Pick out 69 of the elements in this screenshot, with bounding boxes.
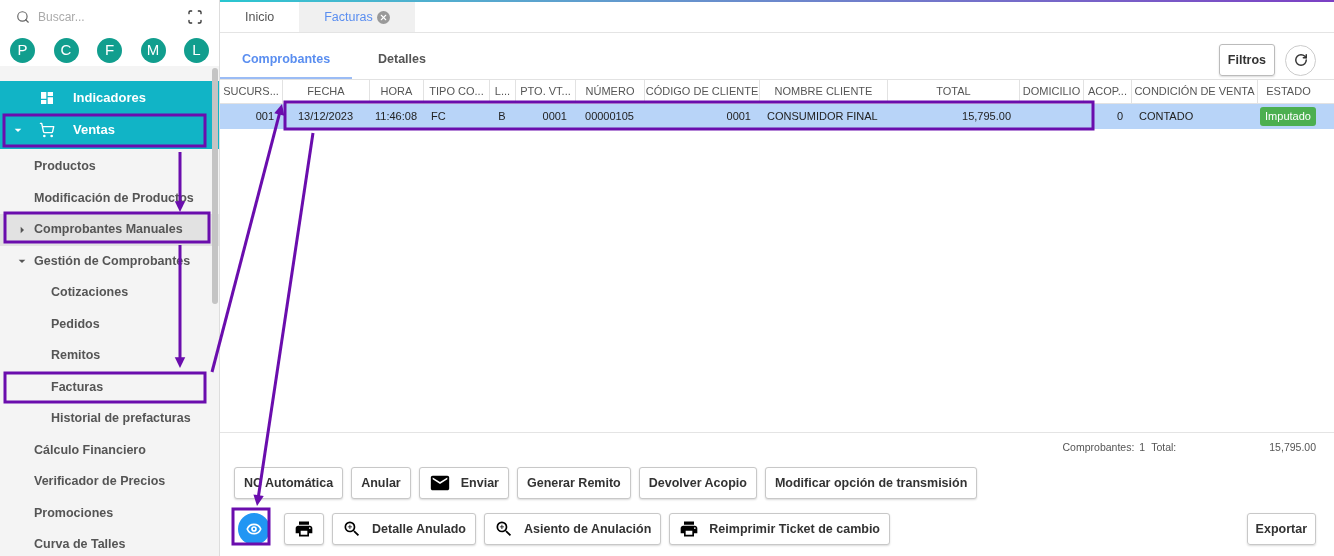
table-cell-text: 0001 <box>726 109 751 125</box>
menu-item[interactable]: Historial de prefacturas <box>0 403 219 435</box>
column-header[interactable]: L... <box>489 80 515 103</box>
summary-label: Total: <box>1151 439 1177 455</box>
column-header[interactable]: CÓDIGO DE CLIENTE <box>644 80 759 103</box>
column-header[interactable]: TOTAL <box>887 80 1019 103</box>
table-row[interactable]: 001 13/12/2023 11:46:08 FC B 0001 00000105 0001 CONSUMIDOR FINAL 15,795.00 0 CONTADO Imputado <box>220 104 1334 129</box>
menu-item[interactable]: Curva de Talles <box>0 529 219 556</box>
column-header[interactable]: NÚMERO <box>575 80 644 103</box>
action-button[interactable]: Enviar <box>418 467 509 499</box>
table-cell-text: B <box>498 109 506 125</box>
close-icon[interactable] <box>376 10 390 24</box>
search-icon <box>16 10 30 24</box>
table-cell-text: 00000105 <box>585 109 634 125</box>
action-button[interactable]: Generar Remito <box>516 467 631 499</box>
tab[interactable]: Detalles <box>352 41 452 79</box>
export-button[interactable]: Exportar <box>1246 513 1316 545</box>
zoom-in-icon <box>494 519 514 539</box>
column-header[interactable]: ESTADO <box>1257 80 1319 103</box>
highlight-frame <box>231 507 271 546</box>
print-button[interactable] <box>284 513 324 545</box>
column-header[interactable]: PTO. VT... <box>515 80 575 103</box>
action-button[interactable]: Modificar opción de transmisión <box>764 467 978 499</box>
menu-item[interactable]: Facturas <box>0 371 219 403</box>
menu-item[interactable]: Cotizaciones <box>0 277 219 309</box>
eye-icon <box>246 521 262 537</box>
action-button[interactable]: Reimprimir Ticket de cambio <box>669 513 890 545</box>
menu-item[interactable]: Verificador de Precios <box>0 466 219 498</box>
table-cell-text: 13/12/2023 <box>297 109 354 125</box>
tab[interactable]: Inicio <box>220 2 300 32</box>
column-header[interactable]: ACOP... <box>1083 80 1131 103</box>
printer-icon <box>294 519 314 539</box>
table-cell-text: CONSUMIDOR FINAL <box>767 109 878 125</box>
zoom-in-icon <box>342 519 362 539</box>
filter-button[interactable]: Filtros <box>1218 44 1275 76</box>
column-header[interactable]: CONDICIÓN DE VENTA <box>1131 80 1257 103</box>
table-cell-text: 001 <box>255 109 274 125</box>
column-header[interactable]: NOMBRE CLIENTE <box>759 80 887 103</box>
column-header[interactable]: FECHA <box>282 80 369 103</box>
summary-total: 15,795.00 <box>1269 439 1316 455</box>
cart-icon <box>39 121 55 138</box>
table-cell-text: 0001 <box>542 109 567 125</box>
action-button[interactable]: Devolver Acopio <box>638 467 757 499</box>
menu-item[interactable]: Pedidos <box>0 308 219 340</box>
table-cell-text: 0 <box>1116 109 1123 125</box>
fullscreen-icon[interactable] <box>187 9 203 25</box>
scrollbar[interactable] <box>212 68 218 304</box>
summary-count: 1 <box>1139 439 1146 455</box>
menu-item[interactable]: Cálculo Financiero <box>0 434 219 466</box>
column-header[interactable]: TIPO CO... <box>423 80 489 103</box>
menu-item[interactable]: Promociones <box>0 497 219 529</box>
menu-item[interactable]: Remitos <box>0 340 219 372</box>
column-header[interactable]: HORA <box>369 80 423 103</box>
table-cell-text: 11:46:08 <box>375 109 417 125</box>
table-cell-text: FC <box>431 109 446 125</box>
search-field[interactable]: Buscar... <box>38 8 179 26</box>
column-header[interactable]: DOMICILIO <box>1019 80 1083 103</box>
refresh-icon <box>1293 53 1308 67</box>
column-header[interactable]: SUCURS... <box>220 80 282 103</box>
dashboard-icon <box>39 89 55 106</box>
status-badge: Imputado <box>1260 107 1316 126</box>
table-cell-text: 15,795.00 <box>962 109 1011 125</box>
printer-icon <box>679 519 700 539</box>
action-button[interactable]: Anular <box>351 467 411 499</box>
table-cell-text: CONTADO <box>1139 109 1194 125</box>
action-button[interactable]: Asiento de Anulación <box>484 513 662 545</box>
summary-label: Comprobantes: <box>1062 439 1135 455</box>
action-button[interactable]: Detalle Anulado <box>332 513 476 545</box>
menu-item[interactable]: Productos <box>0 151 219 183</box>
